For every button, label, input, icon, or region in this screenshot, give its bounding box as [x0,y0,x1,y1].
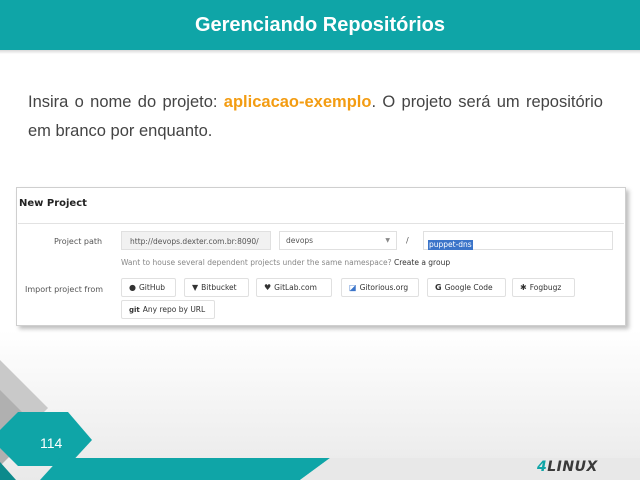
gitorious-icon: ◪ [349,283,357,292]
brand-logo: 4LINUX [537,459,598,475]
intro-text-before: Insira o nome do projeto: [28,93,224,111]
import-github-button[interactable]: ● GitHub [121,278,176,297]
import-github-label: GitHub [138,283,165,292]
project-name-input[interactable]: puppet-dns [423,231,613,250]
import-gitorious-label: Gitorious.org [359,283,409,292]
page-number: 114 [40,435,63,451]
form-divider [18,223,624,224]
slide-background-gradient [0,330,640,480]
import-bitbucket-label: Bitbucket [201,283,237,292]
form-title: New Project [19,198,87,209]
path-separator: / [406,236,409,245]
import-fogbugz-label: Fogbugz [529,283,562,292]
namespace-select[interactable]: devops ▼ [279,231,397,250]
import-bitbucket-button[interactable]: ▼ Bitbucket [184,278,249,297]
slide-header: Gerenciando Repositórios [0,0,640,50]
git-icon: git [129,306,140,314]
import-any-repo-label: Any repo by URL [142,305,206,314]
chevron-down-icon: ▼ [385,237,390,244]
project-path-label: Project path [54,237,103,246]
namespace-hint: Want to house several dependent projects… [121,258,450,267]
google-icon: G [435,283,442,292]
logo-word: LINUX [547,459,598,475]
bitbucket-icon: ▼ [192,283,199,292]
heart-icon: ♥ [264,283,272,292]
create-group-link[interactable]: Create a group [394,258,450,267]
hint-text: Want to house several dependent projects… [121,258,395,267]
import-fogbugz-button[interactable]: ✱ Fogbugz [512,278,575,297]
header-shadow [0,50,640,54]
project-name-highlight: aplicacao-exemplo [223,93,372,111]
import-gitlab-label: GitLab.com [274,283,317,292]
url-prefix-field: http://devops.dexter.com.br:8090/ [121,231,271,250]
slide-title: Gerenciando Repositórios [194,13,446,36]
project-name-value: puppet-dns [428,240,473,250]
import-gitorious-button[interactable]: ◪ Gitorious.org [341,278,419,297]
github-icon: ● [129,283,136,292]
import-project-label: Import project from [25,285,104,294]
import-gitlab-button[interactable]: ♥ GitLab.com [256,278,332,297]
import-any-repo-button[interactable]: git Any repo by URL [121,300,215,319]
import-google-code-button[interactable]: G Google Code [427,278,506,297]
logo-digit: 4 [537,459,548,475]
intro-paragraph: Insira o nome do projeto: aplicacao-exem… [28,88,603,146]
new-project-form: New Project Project path http://devops.d… [16,187,626,326]
import-google-code-label: Google Code [444,283,493,292]
namespace-value: devops [286,236,314,245]
bug-icon: ✱ [520,283,527,292]
